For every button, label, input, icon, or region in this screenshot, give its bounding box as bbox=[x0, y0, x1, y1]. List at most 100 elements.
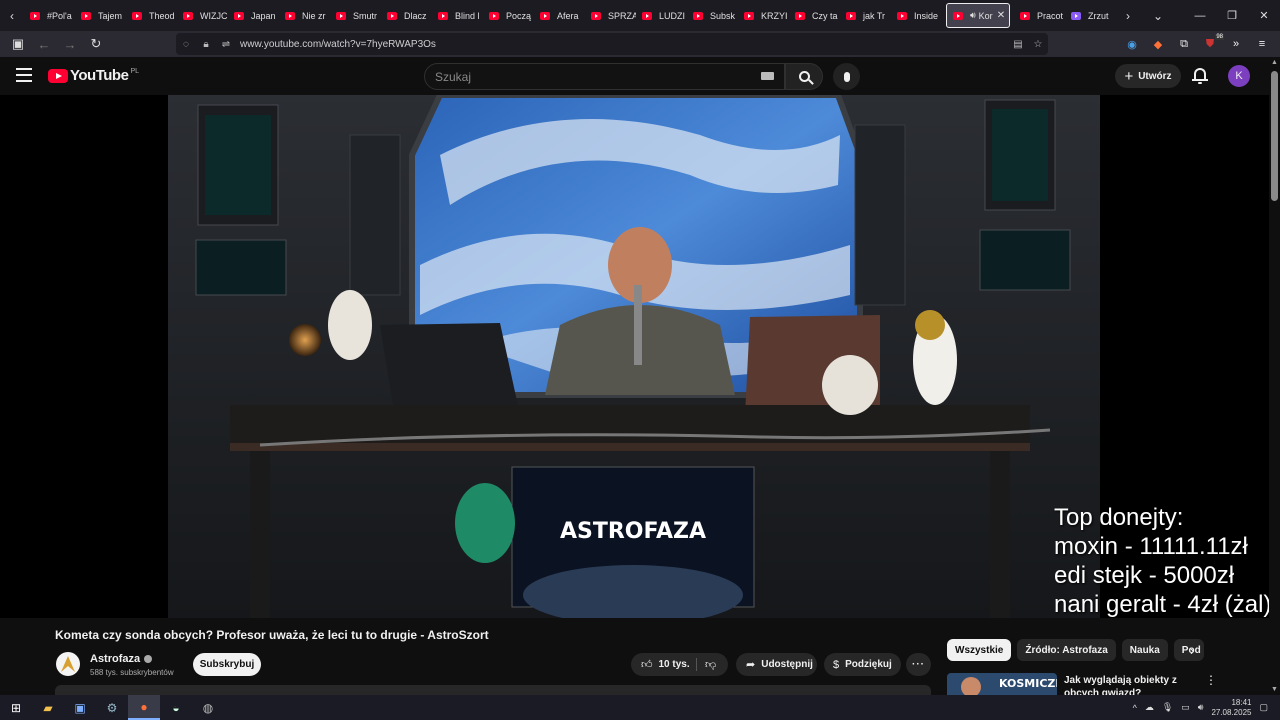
browser-tab[interactable]: Czy ta bbox=[789, 0, 840, 31]
sidebar-toggle-icon[interactable]: ▣ bbox=[6, 32, 30, 56]
suggestion-menu-icon[interactable]: ⋮ bbox=[1205, 673, 1217, 687]
thumbnail-face bbox=[961, 677, 981, 695]
browser-tab[interactable]: Począ bbox=[483, 0, 534, 31]
lock-icon[interactable]: 🔒︎ bbox=[196, 39, 216, 50]
tab-scroll-left-icon[interactable]: ‹ bbox=[0, 0, 24, 31]
page-scrollbar[interactable]: ▲ ▼ bbox=[1269, 57, 1280, 695]
fox-extension-icon[interactable]: ◆ bbox=[1148, 34, 1168, 54]
tracking-shield-icon[interactable]: ◌ bbox=[176, 39, 196, 50]
app-menu-icon[interactable]: ≡ bbox=[1252, 34, 1272, 54]
description-box[interactable] bbox=[55, 685, 931, 695]
account-avatar[interactable]: K bbox=[1228, 65, 1250, 87]
subscribe-button[interactable]: Subskrybuj bbox=[193, 653, 261, 676]
browser-tab[interactable]: KRZYI bbox=[738, 0, 789, 31]
steam-icon[interactable]: ⚙ bbox=[96, 695, 128, 720]
reload-icon[interactable]: ↻ bbox=[84, 32, 108, 56]
notifications-icon[interactable]: ▢ bbox=[1259, 702, 1268, 713]
youtube-favicon-icon bbox=[1020, 11, 1030, 20]
bookmark-star-icon[interactable]: ☆ bbox=[1028, 39, 1048, 50]
chip-all[interactable]: Wszystkie bbox=[947, 639, 1012, 661]
vpn-extension-icon[interactable]: ◉ bbox=[1122, 34, 1142, 54]
channel-avatar[interactable] bbox=[56, 652, 80, 676]
start-windows-icon[interactable]: ⊞ bbox=[0, 695, 32, 720]
overflow-menu-icon[interactable]: » bbox=[1226, 34, 1246, 54]
browser-tab[interactable]: jak Tr bbox=[840, 0, 891, 31]
browser-tab[interactable]: #Pol'a bbox=[24, 0, 75, 31]
create-button[interactable]: + Utwórz bbox=[1115, 64, 1181, 88]
browser-tab[interactable]: Blind l bbox=[432, 0, 483, 31]
browser-tab[interactable]: Zrzut bbox=[1065, 0, 1116, 31]
thanks-button[interactable]: $ Podziękuj bbox=[824, 653, 901, 676]
scroll-up-icon[interactable]: ▲ bbox=[1271, 59, 1278, 66]
more-actions-button[interactable]: ··· bbox=[906, 653, 931, 676]
browser-tab[interactable]: Dlacz bbox=[381, 0, 432, 31]
tab-label: Japan bbox=[251, 10, 276, 21]
channel-name[interactable]: Astrofaza bbox=[90, 653, 153, 665]
file-explorer-icon[interactable]: ▰ bbox=[32, 695, 64, 720]
guide-menu-icon[interactable] bbox=[16, 68, 32, 82]
share-button[interactable]: ➦ Udostępnij bbox=[736, 653, 817, 676]
forward-icon[interactable]: → bbox=[58, 32, 82, 56]
scroll-down-icon[interactable]: ▼ bbox=[1271, 686, 1278, 693]
extensions-puzzle-icon[interactable]: ⧉ bbox=[1174, 34, 1194, 54]
app-icon[interactable]: ◍ bbox=[192, 695, 224, 720]
browser-tab[interactable]: LUDZI bbox=[636, 0, 687, 31]
app-icon[interactable]: ◒ bbox=[160, 695, 192, 720]
search-input[interactable]: Szukaj bbox=[424, 63, 785, 90]
chip-science[interactable]: Nauka bbox=[1121, 639, 1168, 661]
overlay-line: edi stejk - 5000zł bbox=[1054, 562, 1235, 589]
back-icon[interactable]: ← bbox=[32, 32, 56, 56]
close-tab-icon[interactable]: ✕ bbox=[997, 10, 1005, 21]
like-count[interactable]: 10 tys. bbox=[659, 659, 690, 670]
chip-source[interactable]: Źródło: Astrofaza bbox=[1017, 639, 1116, 661]
remote-desktop-icon[interactable]: ▣ bbox=[64, 695, 96, 720]
keyboard-icon[interactable] bbox=[761, 72, 774, 80]
reader-view-icon[interactable]: ▤ bbox=[1008, 39, 1028, 50]
cloud-icon[interactable]: ☁ bbox=[1145, 702, 1154, 713]
scrollbar-thumb[interactable] bbox=[1271, 71, 1278, 201]
chevron-right-icon[interactable]: › bbox=[1190, 643, 1194, 658]
microphone-tray-icon[interactable]: 🎙︎ bbox=[1162, 702, 1173, 713]
browser-tab[interactable]: Japan bbox=[228, 0, 279, 31]
volume-icon[interactable]: 🔊︎ bbox=[1198, 702, 1204, 713]
tab-list-dropdown-icon[interactable]: ⌄ bbox=[1146, 0, 1170, 31]
tab-label: Zrzut bbox=[1088, 10, 1109, 21]
browser-tab[interactable]: Tajem bbox=[75, 0, 126, 31]
voice-search-button[interactable] bbox=[833, 63, 860, 90]
browser-tab[interactable]: Afera bbox=[534, 0, 585, 31]
chip-more[interactable]: Pod bbox=[1173, 639, 1204, 661]
tray-chevron-icon[interactable]: ^ bbox=[1133, 703, 1137, 713]
search-placeholder: Szukaj bbox=[435, 69, 472, 84]
browser-tab[interactable]: 🔊︎ Kor ✕ bbox=[946, 3, 1010, 28]
minimize-icon[interactable]: — bbox=[1184, 0, 1216, 31]
video-player[interactable]: ASTROFAZA Top donejty: moxin - 11111.11z… bbox=[0, 95, 1269, 618]
permissions-icon[interactable]: ⇌ bbox=[216, 39, 236, 50]
browser-tab[interactable]: Smutr bbox=[330, 0, 381, 31]
browser-tab[interactable]: WIZJC bbox=[177, 0, 228, 31]
suggestion-thumbnail[interactable]: KOSMICZNI bbox=[947, 673, 1057, 695]
browser-tab[interactable]: Pracot bbox=[1014, 0, 1065, 31]
network-icon[interactable]: ▭ bbox=[1181, 702, 1190, 713]
tab-label: Blind l bbox=[455, 10, 480, 21]
browser-tab[interactable]: Nie zr bbox=[279, 0, 330, 31]
browser-tab[interactable]: Subsk bbox=[687, 0, 738, 31]
tab-label: Kor bbox=[978, 10, 993, 21]
notifications-bell-icon[interactable] bbox=[1192, 67, 1208, 85]
thumbs-up-icon[interactable]: 👍︎ bbox=[641, 658, 653, 671]
restore-icon[interactable]: ❐ bbox=[1216, 0, 1248, 31]
browser-tab[interactable]: Theod bbox=[126, 0, 177, 31]
url-text[interactable]: www.youtube.com/watch?v=7hyeRWAP3Os bbox=[240, 39, 436, 50]
browser-tab[interactable]: Inside bbox=[891, 0, 942, 31]
clock[interactable]: 18:41 27.08.2025 bbox=[1211, 698, 1251, 718]
search-button[interactable] bbox=[785, 63, 823, 90]
ublock-extension-icon[interactable]: ⛊ 98 bbox=[1200, 34, 1224, 54]
audio-playing-icon[interactable]: 🔊︎ bbox=[970, 10, 976, 21]
tab-scroll-right-icon[interactable]: › bbox=[1116, 0, 1140, 31]
youtube-favicon-icon bbox=[693, 11, 703, 20]
close-window-icon[interactable]: ✕ bbox=[1248, 0, 1280, 31]
address-bar[interactable]: ◌ 🔒︎ ⇌ www.youtube.com/watch?v=7hyeRWAP3… bbox=[176, 33, 1048, 55]
thumbs-down-icon[interactable]: 👎︎ bbox=[705, 658, 716, 671]
firefox-icon[interactable]: ● bbox=[128, 695, 160, 720]
youtube-logo[interactable]: YouTube PL bbox=[48, 67, 139, 84]
browser-tab[interactable]: SPRZA bbox=[585, 0, 636, 31]
